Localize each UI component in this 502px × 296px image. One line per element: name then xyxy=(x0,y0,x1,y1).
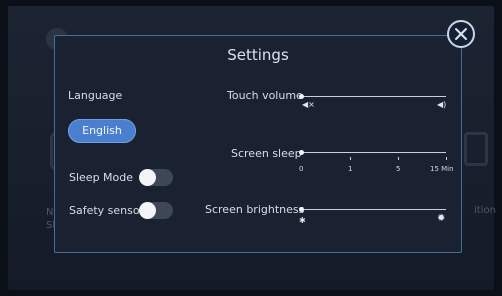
language-button[interactable]: English xyxy=(68,119,136,143)
close-button[interactable] xyxy=(447,20,475,48)
sleep-mode-label: Sleep Mode xyxy=(69,171,134,184)
brightness-low-icon: ✱ xyxy=(299,216,306,225)
screen-brightness-handle[interactable] xyxy=(299,207,304,212)
screen-sleep-handle[interactable] xyxy=(299,150,304,155)
slider-tick xyxy=(398,157,399,160)
toggle-knob xyxy=(139,202,156,219)
slider-tick xyxy=(350,157,351,160)
safety-sensor-label: Safety sensor xyxy=(69,204,145,217)
touch-volume-handle[interactable] xyxy=(299,94,304,99)
brightness-high-icon: ✹ xyxy=(437,213,446,224)
touch-volume-slider[interactable] xyxy=(302,96,446,97)
language-label: Language xyxy=(68,89,123,102)
screen-sleep-label: Screen sleep xyxy=(231,147,302,160)
tick-label-15min: 15 Min xyxy=(430,165,454,173)
tick-label-0: 0 xyxy=(299,165,304,173)
slider-tick xyxy=(446,157,447,160)
close-icon xyxy=(455,28,467,40)
volume-max-icon: ◀) xyxy=(437,100,447,109)
screen-brightness-label: Screen brightness xyxy=(205,203,305,216)
dialog-title: Settings xyxy=(227,46,289,64)
screen-sleep-slider[interactable] xyxy=(302,152,446,153)
safety-sensor-toggle[interactable] xyxy=(139,202,173,219)
settings-dialog: Settings Language English Sleep Mode Saf… xyxy=(54,35,462,253)
background-right-text: ition xyxy=(474,205,496,216)
sleep-mode-toggle[interactable] xyxy=(139,169,173,186)
volume-mute-icon: ◀× xyxy=(302,100,315,109)
toggle-knob xyxy=(139,169,156,186)
background-right-icon xyxy=(464,132,488,166)
screen-brightness-slider[interactable] xyxy=(302,209,446,210)
tick-label-5: 5 xyxy=(396,165,401,173)
tick-label-1: 1 xyxy=(348,165,353,173)
touch-volume-label: Touch volume xyxy=(227,89,303,102)
